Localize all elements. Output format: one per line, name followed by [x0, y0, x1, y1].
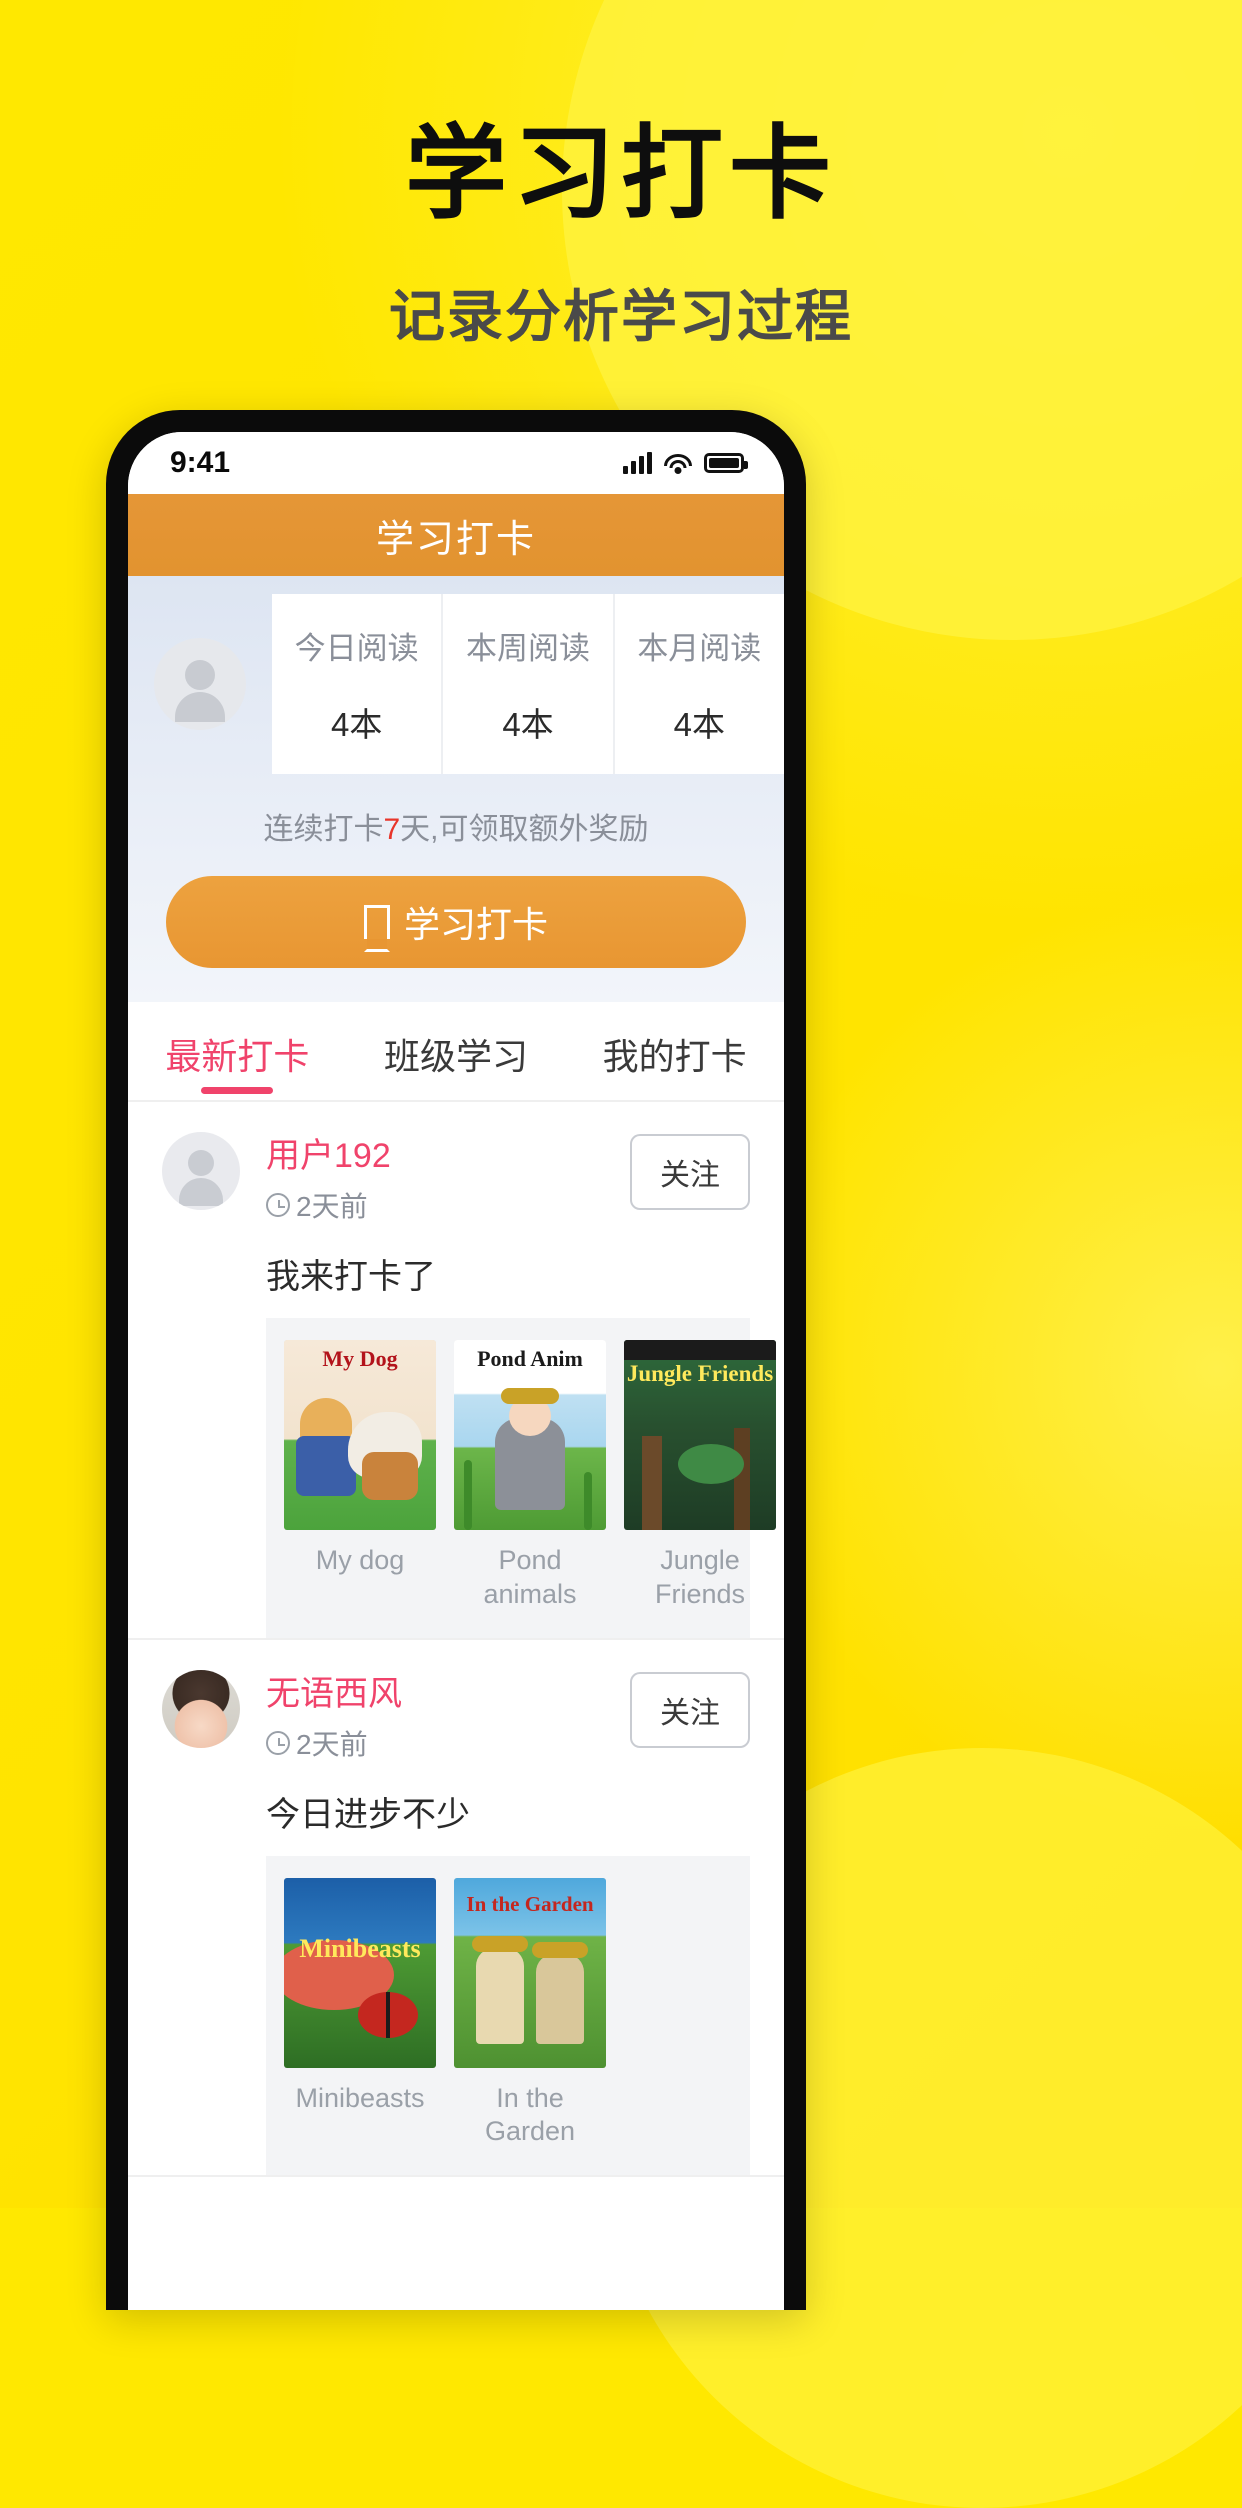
book-caption: In the Garden [484, 2082, 576, 2147]
stat-week-label: 本周阅读 [465, 630, 590, 666]
tab-class-study[interactable]: 班级学习 [347, 1002, 566, 1100]
book-caption: Jungle Friends [654, 1545, 746, 1609]
summary-row: 今日阅读 4本 本周阅读 4本 本月阅读 4本 [128, 594, 784, 774]
book-cover-title: Pond Anim [477, 1346, 583, 1371]
tab-latest-checkin[interactable]: 最新打卡 [128, 1002, 347, 1100]
phone-mockup: 9:41 学习打卡 今日阅读 4本 本周阅读 4本 本月阅读 4本 连续打卡7天… [106, 410, 806, 2310]
post-timestamp: 2天前 [266, 1185, 630, 1225]
app-header: 学习打卡 [128, 494, 784, 576]
follow-button[interactable]: 关注 [630, 1671, 750, 1748]
book-item[interactable]: My Dog My dog [284, 1340, 436, 1612]
book-item[interactable]: In the Garden In the Garden [454, 1877, 606, 2150]
summary-panel: 今日阅读 4本 本周阅读 4本 本月阅读 4本 连续打卡7天,可领取额外奖励 学… [128, 576, 784, 1002]
promo-title: 学习打卡 [405, 117, 837, 231]
checkin-button-wrap: 学习打卡 [128, 854, 784, 1002]
post-header: 无语西风 2天前 关注 [162, 1666, 750, 1763]
app-header-title: 学习打卡 [375, 518, 536, 561]
book-cover-title: Minibeasts [299, 1933, 421, 1963]
follow-button[interactable]: 关注 [630, 1134, 750, 1210]
promo-banner: 学习打卡 记录分析学习过程 [0, 0, 1242, 353]
post-meta: 无语西风 2天前 [266, 1666, 630, 1763]
status-bar: 9:41 [128, 432, 784, 494]
checkin-button[interactable]: 学习打卡 [166, 876, 746, 968]
book-cover-title: My Dog [322, 1346, 398, 1371]
stat-today[interactable]: 今日阅读 4本 [272, 594, 444, 774]
book-cover: My Dog [284, 1340, 436, 1530]
post-time-text: 2天前 [296, 1191, 368, 1222]
feed-list: 用户192 2天前 关注 我来打卡了 My Dog My dog Pond An… [128, 1102, 784, 2177]
stat-week[interactable]: 本周阅读 4本 [443, 594, 615, 774]
avatar[interactable] [162, 1132, 240, 1210]
stat-week-value: 4本 [502, 705, 554, 743]
book-item[interactable]: Jungle Friends Jungle Friends [624, 1340, 776, 1612]
post-timestamp: 2天前 [266, 1723, 630, 1763]
book-cover-title: Jungle Friends [626, 1361, 774, 1386]
signal-bars-icon [623, 452, 652, 474]
stat-month-label: 本月阅读 [637, 630, 762, 666]
battery-full-icon [704, 453, 748, 473]
book-caption: My dog [315, 1545, 405, 1575]
post-username[interactable]: 用户192 [266, 1128, 630, 1177]
status-bar-time: 9:41 [170, 446, 231, 479]
clock-icon [266, 1730, 290, 1755]
avatar[interactable] [162, 1669, 240, 1748]
streak-suffix: 天,可领取额外奖励 [400, 813, 649, 846]
book-caption: Pond animals [483, 1545, 577, 1609]
user-placeholder-avatar[interactable] [154, 638, 246, 730]
book-item[interactable]: Pond Anim Pond animals [454, 1340, 606, 1612]
wifi-icon [664, 452, 692, 474]
post-text: 我来打卡了 [266, 1258, 436, 1296]
streak-prefix: 连续打卡 [263, 813, 384, 846]
feed-post: 无语西风 2天前 关注 今日进步不少 Minibeasts Minibeasts… [128, 1640, 784, 2177]
status-bar-icons [623, 452, 748, 474]
promo-subtitle: 记录分析学习过程 [389, 285, 853, 349]
stat-month[interactable]: 本月阅读 4本 [615, 594, 784, 774]
post-book-list: Minibeasts Minibeasts In the Garden In t… [266, 1855, 750, 2175]
bookmark-icon [363, 905, 390, 952]
book-cover: Pond Anim [454, 1340, 606, 1530]
feed-tabs: 最新打卡 班级学习 我的打卡 [128, 1002, 784, 1102]
book-cover: Jungle Friends [624, 1340, 776, 1530]
post-time-text: 2天前 [296, 1728, 368, 1760]
post-book-list: My Dog My dog Pond Anim Pond animals Jun… [266, 1318, 776, 1638]
feed-post: 用户192 2天前 关注 我来打卡了 My Dog My dog Pond An… [128, 1102, 784, 1640]
stat-today-value: 4本 [330, 705, 383, 743]
book-cover: Minibeasts [284, 1877, 436, 2068]
book-caption: Minibeasts [295, 2082, 425, 2113]
streak-days: 7 [383, 813, 401, 846]
book-cover-title: In the Garden [466, 1891, 594, 1916]
checkin-button-label: 学习打卡 [403, 904, 548, 945]
post-meta: 用户192 2天前 [266, 1128, 630, 1225]
stat-today-label: 今日阅读 [294, 630, 419, 666]
post-username[interactable]: 无语西风 [266, 1666, 630, 1715]
clock-icon [266, 1193, 290, 1217]
book-cover: In the Garden [454, 1877, 606, 2068]
phone-screen: 9:41 学习打卡 今日阅读 4本 本周阅读 4本 本月阅读 4本 连续打卡7天… [128, 432, 784, 2310]
post-text: 今日进步不少 [266, 1795, 470, 1834]
book-item[interactable]: Minibeasts Minibeasts [284, 1877, 436, 2150]
streak-notice: 连续打卡7天,可领取额外奖励 [128, 774, 784, 854]
tab-my-checkin[interactable]: 我的打卡 [565, 1002, 784, 1100]
stat-month-value: 4本 [673, 705, 725, 743]
post-header: 用户192 2天前 关注 [162, 1128, 750, 1225]
stats-group: 今日阅读 4本 本周阅读 4本 本月阅读 4本 [272, 594, 784, 774]
